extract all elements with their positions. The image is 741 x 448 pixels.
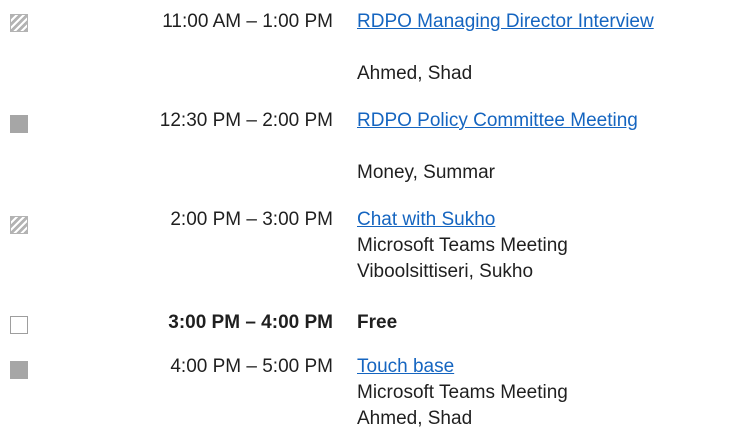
event-organizer: Ahmed, Shad [357, 63, 473, 84]
event-time: 11:00 AM – 1:00 PM [162, 11, 333, 32]
event-details: Touch base Microsoft Teams Meeting Ahmed… [357, 354, 568, 432]
event-organizer: Viboolsittiseri, Sukho [357, 261, 534, 282]
busy-status-icon [10, 115, 28, 133]
tentative-status-icon [10, 216, 28, 234]
busy-status-icon [10, 361, 28, 379]
event-subject-link[interactable]: Touch base [357, 354, 568, 380]
event-subject-free: Free [357, 312, 398, 333]
event-location [357, 35, 654, 61]
event-subject-link[interactable]: RDPO Managing Director Interview [357, 9, 654, 35]
event-location: Microsoft Teams Meeting [357, 235, 568, 256]
event-subject-link[interactable]: Chat with Sukho [357, 207, 568, 233]
event-details: Chat with Sukho Microsoft Teams Meeting … [357, 207, 568, 285]
event-details: RDPO Policy Committee Meeting Money, Sum… [357, 108, 638, 186]
event-organizer: Money, Summar [357, 162, 495, 183]
event-organizer: Ahmed, Shad [357, 408, 473, 429]
tentative-status-icon [10, 14, 28, 32]
free-status-icon [10, 316, 28, 334]
event-details: RDPO Managing Director Interview Ahmed, … [357, 9, 654, 87]
event-details: Free [357, 310, 397, 336]
event-location: Microsoft Teams Meeting [357, 382, 568, 403]
event-subject-link[interactable]: RDPO Policy Committee Meeting [357, 108, 638, 134]
event-time: 4:00 PM – 5:00 PM [170, 356, 333, 377]
event-location [357, 134, 638, 160]
event-time: 12:30 PM – 2:00 PM [159, 110, 333, 131]
event-time: 3:00 PM – 4:00 PM [168, 312, 333, 333]
event-time: 2:00 PM – 3:00 PM [170, 209, 333, 230]
